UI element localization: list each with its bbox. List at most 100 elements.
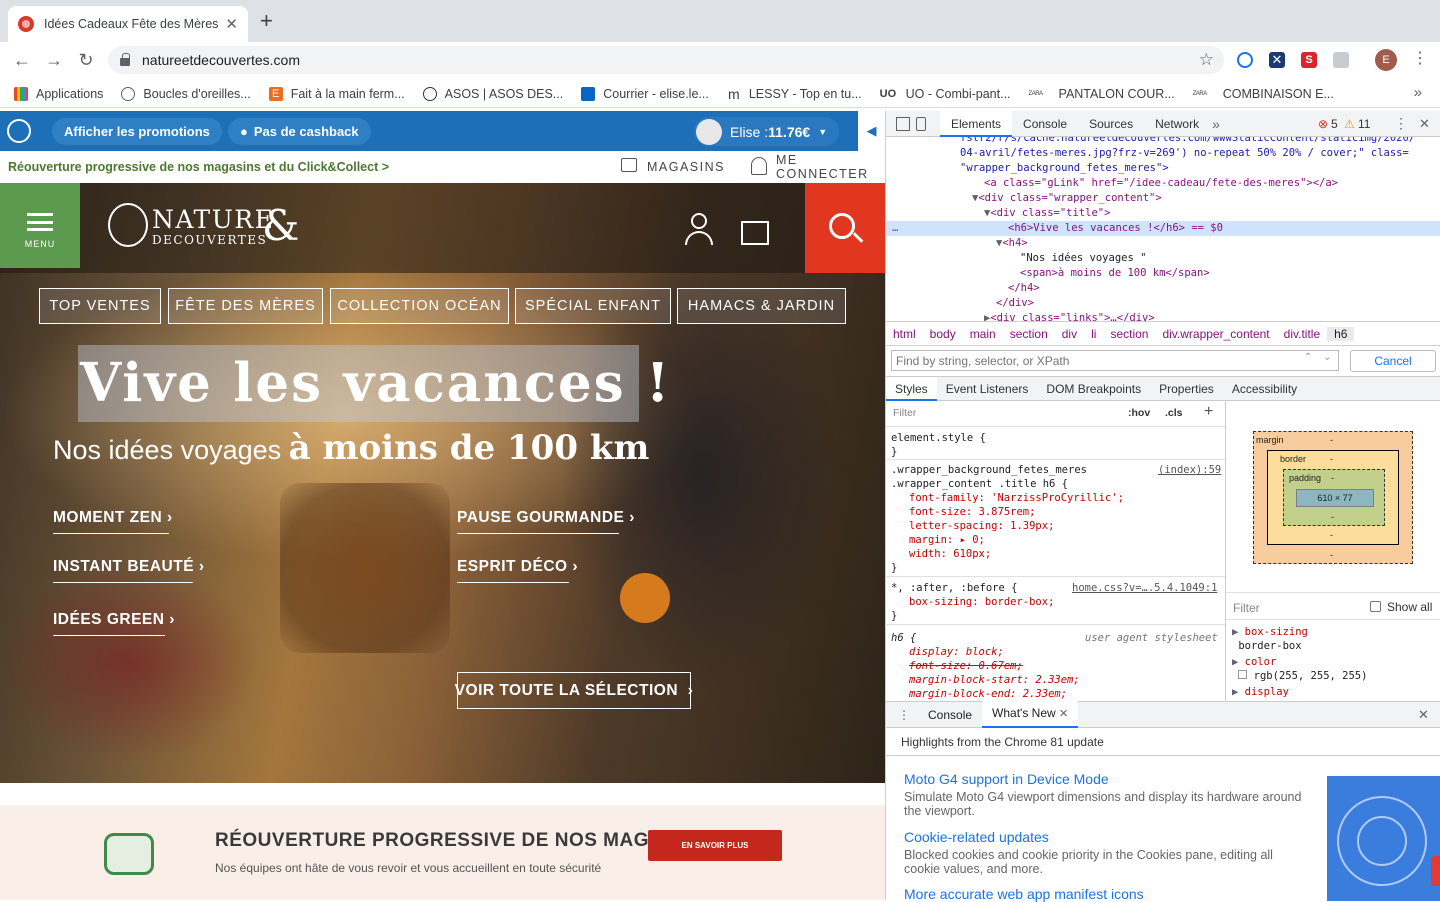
bookmark-applications[interactable]: Applications <box>14 86 103 101</box>
crumb[interactable]: html <box>886 327 923 341</box>
subtab-event-listeners[interactable]: Event Listeners <box>937 377 1038 401</box>
extension-s-icon[interactable]: S <box>1301 52 1317 68</box>
css-property[interactable]: display: block; <box>909 645 1004 659</box>
link-moment-zen[interactable]: MOMENT ZEN › <box>53 509 172 534</box>
link-idees-green[interactable]: IDÉES GREEN › <box>53 611 174 636</box>
dom-line[interactable]: ▼<div class="title"> <box>984 206 1110 221</box>
add-rule-icon[interactable]: + <box>1204 403 1213 421</box>
extension-camera-icon[interactable] <box>1333 52 1349 68</box>
css-property[interactable]: margin: ▸ 0; <box>909 533 985 547</box>
category-hamacs-jardin[interactable]: HAMACS & JARDIN <box>677 288 846 324</box>
css-property[interactable]: letter-spacing: 1.39px; <box>909 519 1054 533</box>
bookmark-star-icon[interactable]: ☆ <box>1199 50 1214 70</box>
bookmark-uo[interactable]: UO UO - Combi-pant... <box>880 87 1011 101</box>
cashback-button[interactable]: ● Pas de cashback <box>228 118 371 145</box>
computed-property[interactable]: ▶ color rgb(255, 255, 255) <box>1232 655 1367 683</box>
bookmark-zara-1[interactable]: ZARA PANTALON COUR... <box>1029 87 1175 101</box>
device-toolbar-icon[interactable] <box>916 116 926 131</box>
browser-tab[interactable]: Idées Cadeaux Fête des Mères ✕ <box>8 6 248 42</box>
css-property[interactable]: font-family: 'NarzissProCyrillic'; <box>909 491 1124 505</box>
forward-icon[interactable]: → <box>38 50 70 71</box>
rule-source-link[interactable]: home.css?v=….5.4.1049:1 <box>1072 581 1217 595</box>
hero-section[interactable]: MENU NATURE DECOUVERTES & TOP VENTES FÊT… <box>0 183 885 783</box>
styles-filter-input[interactable]: Filter <box>893 407 916 419</box>
css-property[interactable]: box-sizing: border-box; <box>909 595 1054 609</box>
cancel-button[interactable]: Cancel <box>1350 350 1436 372</box>
error-count[interactable]: 5 <box>1331 117 1338 131</box>
extension-blue-icon[interactable] <box>1237 52 1253 68</box>
drawer-menu-icon[interactable]: ⋮ <box>898 708 910 722</box>
dom-line-selected[interactable]: <h6>Vive les vacances !</h6> == $0 <box>1008 221 1223 236</box>
bookmark-boucles[interactable]: Boucles d'oreilles... <box>121 86 251 101</box>
tab-console[interactable]: Console <box>1012 111 1078 137</box>
link-instant-beaute[interactable]: INSTANT BEAUTÉ › <box>53 558 204 583</box>
subtab-properties[interactable]: Properties <box>1150 377 1223 401</box>
reopening-banner[interactable]: RÉOUVERTURE PROGRESSIVE DE NOS MAGASINS … <box>0 805 885 900</box>
see-all-button[interactable]: VOIR TOUTE LA SÉLECTION › <box>455 672 693 709</box>
collapse-arrow-icon[interactable]: ◀ <box>858 111 885 151</box>
class-toggle[interactable]: .cls <box>1165 407 1183 419</box>
learn-more-button[interactable]: EN SAVOIR PLUS <box>648 830 782 861</box>
browser-menu-icon[interactable]: ⋮ <box>1412 50 1428 68</box>
expand-arrow-icon[interactable]: ▶ <box>1232 656 1238 668</box>
tab-elements[interactable]: Elements <box>940 110 1013 137</box>
css-property[interactable]: font-size: 3.875rem; <box>909 505 1035 519</box>
css-property-overridden[interactable]: font-size: 0.67em; <box>909 659 1023 673</box>
drawer-tab-whats-new[interactable]: What's New ✕ <box>982 701 1079 728</box>
crumb[interactable]: div <box>1055 327 1084 341</box>
crumb-active[interactable]: h6 <box>1327 326 1355 341</box>
subtab-accessibility[interactable]: Accessibility <box>1223 377 1306 401</box>
color-swatch[interactable] <box>1238 670 1248 679</box>
expand-arrow-icon[interactable]: ▶ <box>1232 686 1238 698</box>
close-devtools-icon[interactable]: ✕ <box>1419 116 1430 132</box>
show-all-checkbox[interactable] <box>1370 601 1381 612</box>
box-model-padding[interactable]: padding - 610 × 77 - <box>1283 469 1385 526</box>
crumb[interactable]: main <box>963 327 1003 341</box>
menu-button[interactable]: MENU <box>0 183 80 268</box>
crumb[interactable]: section <box>1103 327 1155 341</box>
whats-new-title[interactable]: Moto G4 support in Device Mode <box>904 771 1304 787</box>
close-tab-icon[interactable]: ✕ <box>225 15 238 33</box>
styles-pane[interactable]: Filter :hov .cls + element.style { } .wr… <box>886 401 1226 701</box>
address-bar[interactable]: natureetdecouvertes.com ☆ <box>108 46 1224 74</box>
subtab-dom-breakpoints[interactable]: DOM Breakpoints <box>1037 377 1150 401</box>
subtab-styles[interactable]: Styles <box>886 376 937 401</box>
find-input[interactable] <box>891 350 1339 371</box>
css-property[interactable]: margin-block-end: 2.33em; <box>909 687 1067 701</box>
category-fete-des-meres[interactable]: FÊTE DES MÈRES <box>168 288 323 324</box>
find-prev-icon[interactable]: ⌃ <box>1304 352 1312 363</box>
category-top-ventes[interactable]: TOP VENTES <box>39 288 161 324</box>
dom-line[interactable]: ▶<div class="links">…</div> <box>984 311 1155 321</box>
warning-count[interactable]: 11 <box>1358 117 1370 131</box>
profile-avatar[interactable]: E <box>1375 49 1397 71</box>
category-special-enfant[interactable]: SPÉCIAL ENFANT <box>515 288 671 324</box>
more-bookmarks-icon[interactable]: » <box>1414 84 1422 101</box>
extension-x-icon[interactable]: ✕ <box>1269 52 1285 68</box>
box-model-border[interactable]: border - padding - 610 × 77 - - <box>1267 450 1399 545</box>
whats-new-item[interactable]: Moto G4 support in Device Mode Simulate … <box>904 771 1304 818</box>
find-next-icon[interactable]: ⌄ <box>1323 352 1331 363</box>
show-promotions-button[interactable]: Afficher les promotions <box>52 118 222 145</box>
reopening-link[interactable]: Réouverture progressive de nos magasins … <box>8 160 389 174</box>
account-icon[interactable] <box>685 213 713 245</box>
tab-network[interactable]: Network <box>1144 111 1210 137</box>
dom-line[interactable]: <a class="gLink" href="/idee-cadeau/fete… <box>984 176 1338 191</box>
bookmark-zara-2[interactable]: ZARA COMBINAISON E... <box>1193 87 1334 101</box>
inspect-element-icon[interactable] <box>896 116 910 131</box>
crumb[interactable]: div.title <box>1277 327 1327 341</box>
dom-line[interactable]: <span>à moins de 100 km</span> <box>1020 266 1210 281</box>
search-button[interactable] <box>805 183 885 273</box>
crumb[interactable]: body <box>923 327 963 341</box>
crumb[interactable]: div.wrapper_content <box>1155 327 1276 341</box>
account-balance-button[interactable]: Elise : 11.76€ ▼ <box>694 117 840 146</box>
category-collection-ocean[interactable]: COLLECTION OCÉAN <box>330 288 509 324</box>
reload-icon[interactable]: ↻ <box>70 50 102 71</box>
login-link[interactable]: ME CONNECTER <box>776 153 885 181</box>
box-model-content[interactable]: 610 × 77 <box>1296 489 1374 507</box>
link-esprit-deco[interactable]: ESPRIT DÉCO › <box>457 558 578 583</box>
tab-sources[interactable]: Sources <box>1078 111 1144 137</box>
stores-link[interactable]: MAGASINS <box>647 160 725 174</box>
devtools-menu-icon[interactable]: ⋮ <box>1394 115 1408 132</box>
box-model-margin[interactable]: margin - border - padding - 610 × 77 - -… <box>1253 431 1413 564</box>
css-property[interactable]: margin-block-start: 2.33em; <box>909 673 1080 687</box>
